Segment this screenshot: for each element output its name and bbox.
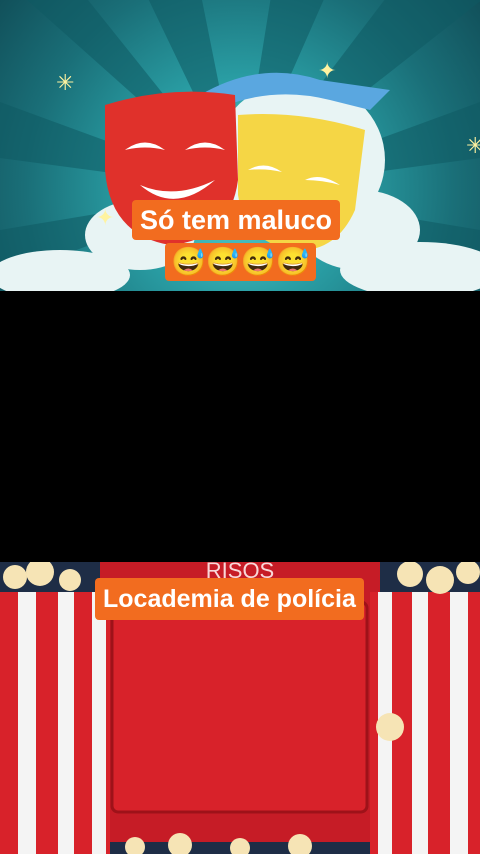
video-blank-area xyxy=(0,291,480,562)
sparkle-icon: ✦ xyxy=(318,58,337,83)
caption-bottom: Locademia de polícia xyxy=(95,578,364,620)
sparkle-icon: ✳ xyxy=(466,133,480,158)
caption-top-line2: 😅😅😅😅 xyxy=(165,243,317,281)
caption-top-line1: Só tem maluco xyxy=(132,200,341,240)
sparkle-icon: ✳ xyxy=(56,70,75,95)
sparkle-icon: ✦ xyxy=(96,205,115,230)
